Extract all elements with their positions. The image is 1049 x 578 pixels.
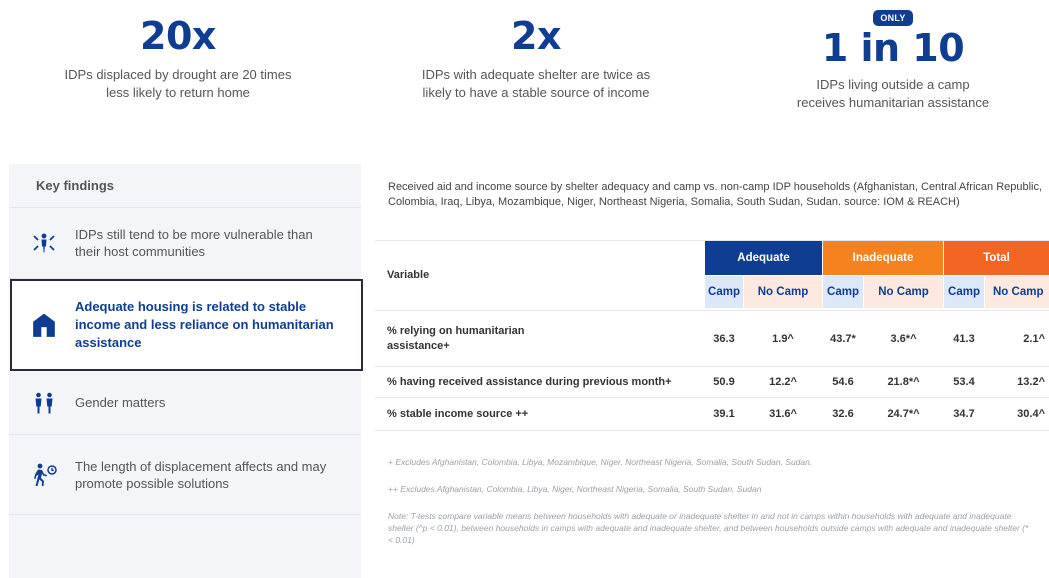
table-cell: 50.9 <box>713 376 735 388</box>
row-variable: % having received assistance during prev… <box>387 375 672 388</box>
subheader-no-camp: No Camp <box>744 276 822 308</box>
sidebar-item-vulnerable[interactable]: IDPs still tend to be more vulnerable th… <box>9 208 361 279</box>
table-cell: 21.8*^ <box>887 376 920 388</box>
subheader-camp: Camp <box>944 276 984 308</box>
table-notes: + Excludes Afghanistan, Colombia, Libya,… <box>388 456 1033 561</box>
variable-header: Variable <box>387 269 430 281</box>
stat-description-line: IDPs living outside a camp <box>816 77 970 92</box>
table-cell: 36.3 <box>713 332 735 345</box>
stat-description: IDPs with adequate shelter are twice as … <box>386 66 686 102</box>
sidebar-item-displacement[interactable]: The length of displacement affects and m… <box>9 435 361 515</box>
subheader-camp: Camp <box>705 276 743 308</box>
group-header-inadequate: Inadequate <box>823 241 943 275</box>
sidebar-item-label: Adequate housing is related to stable in… <box>75 299 334 350</box>
stat-value: 2x <box>511 14 561 58</box>
stat-value: 20x <box>140 14 216 58</box>
table-cell: 24.7*^ <box>887 408 920 420</box>
key-findings-sidebar: Key findings IDPs still tend to be more … <box>9 164 363 578</box>
aid-income-table: Variable Adequate Inadequate Total Camp … <box>375 240 1049 431</box>
subheader-camp: Camp <box>823 276 863 308</box>
table-cell: 12.2^ <box>769 376 797 388</box>
row-variable: % relying on humanitarian assistance+ <box>387 324 525 352</box>
group-header-adequate: Adequate <box>705 241 822 275</box>
house-icon <box>31 312 57 338</box>
stat-description: IDPs living outside a camp receives huma… <box>743 76 1043 112</box>
table-cell: 13.2^ <box>1017 376 1045 388</box>
stats-header: 20x IDPs displaced by drought are 20 tim… <box>0 0 1049 130</box>
sidebar-item-label: IDPs still tend to be more vulnerable th… <box>75 227 313 259</box>
table-row: % relying on humanitarian assistance+ 36… <box>375 311 1049 367</box>
table-cell: 41.3 <box>953 332 975 345</box>
row-variable: % stable income source ++ <box>387 407 529 420</box>
table-cell: 32.6 <box>832 408 854 420</box>
footnote-ttest: Note: T-tests compare variable means bet… <box>388 511 1029 545</box>
table-cell: 1.9^ <box>772 332 794 345</box>
sidebar-title: Key findings <box>9 164 361 208</box>
table-cell: 43.7* <box>830 332 856 345</box>
only-badge: ONLY <box>873 10 913 26</box>
table-cell: 31.6^ <box>769 408 797 420</box>
stat-shelter: 2x IDPs with adequate shelter are twice … <box>386 14 686 102</box>
footnote-double-plus: ++ Excludes Afghanistan, Colombia, Libya… <box>388 484 762 494</box>
subheader-no-camp: No Camp <box>985 276 1049 308</box>
people-arrows-icon <box>31 230 57 256</box>
table-cell: 30.4^ <box>1017 408 1045 420</box>
stat-description-line: receives humanitarian assistance <box>796 95 990 110</box>
table-cell: 53.4 <box>953 376 975 388</box>
stat-description-line: less likely to return home <box>106 85 250 100</box>
table-cell: 34.7 <box>953 408 975 420</box>
stat-description-line: IDPs displaced by drought are 20 times <box>64 67 292 82</box>
table-cell: 39.1 <box>713 408 735 420</box>
stat-description-line: IDPs with adequate shelter are twice as <box>421 67 651 82</box>
group-header-total: Total <box>944 241 1049 275</box>
table-row: % stable income source ++ 39.1 31.6^ 32.… <box>375 398 1049 431</box>
stat-drought: 20x IDPs displaced by drought are 20 tim… <box>28 14 328 102</box>
footnote-single-plus: + Excludes Afghanistan, Colombia, Libya,… <box>388 457 813 467</box>
stat-value: 1 in 10 <box>821 26 965 70</box>
walking-clock-icon <box>31 462 57 488</box>
sidebar-item-label: The length of displacement affects and m… <box>75 458 327 491</box>
gender-icon <box>31 390 57 416</box>
stat-description: IDPs displaced by drought are 20 times l… <box>28 66 328 102</box>
sidebar-item-label: Gender matters <box>75 395 166 410</box>
table-row: % having received assistance during prev… <box>375 367 1049 398</box>
table-cell: 2.1^ <box>1023 332 1045 345</box>
table-header-row: Variable Adequate Inadequate Total Camp … <box>375 241 1049 311</box>
table-cell: 3.6*^ <box>890 332 917 345</box>
table-caption: Received aid and income source by shelte… <box>388 181 1043 208</box>
table-cell: 54.6 <box>832 376 854 388</box>
stat-camp-assistance: ONLY 1 in 10 IDPs living outside a camp … <box>743 10 1043 112</box>
subheader-no-camp: No Camp <box>864 276 943 308</box>
sidebar-item-housing[interactable]: Adequate housing is related to stable in… <box>10 279 363 371</box>
stat-description-line: likely to have a stable source of income <box>422 85 650 100</box>
sidebar-item-gender[interactable]: Gender matters <box>9 371 361 435</box>
